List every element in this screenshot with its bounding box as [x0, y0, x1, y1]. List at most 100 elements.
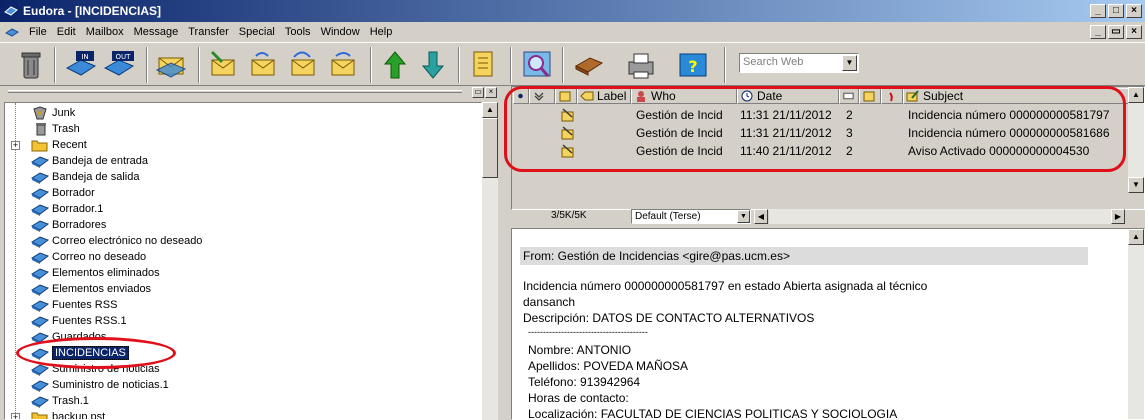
mailbox-icon [31, 156, 49, 168]
preview-line: Localización: FACULTAD DE CIENCIAS POLIT… [528, 407, 898, 420]
folder-icon [31, 140, 48, 152]
menu-mailbox[interactable]: Mailbox [81, 26, 129, 38]
print-icon[interactable] [624, 48, 658, 82]
mailbox-icon [31, 316, 49, 328]
menu-window[interactable]: Window [316, 26, 365, 38]
message-scroll-down-button[interactable]: ▼ [1128, 177, 1144, 193]
out-mailbox-tag: OUT [116, 53, 132, 61]
tree-item-trash[interactable]: Trash [31, 121, 80, 137]
check-mail-icon[interactable] [154, 48, 188, 82]
close-button[interactable]: × [1126, 4, 1142, 18]
tree-item-label: Recent [52, 139, 87, 151]
tree-item-correo-no-deseado[interactable]: Correo no deseado [31, 249, 146, 265]
next-message-icon[interactable] [416, 48, 450, 82]
junk-mailbox-icon [33, 106, 47, 120]
mailbox-icon [31, 236, 49, 248]
tree-item-backup-pst[interactable]: backup.pst [31, 409, 105, 419]
mdi-restore-button[interactable]: ▭ [1108, 25, 1124, 39]
out-mailbox-icon[interactable]: OUT [102, 48, 136, 82]
message-preview[interactable]: From: Gestión de Incidencias <gire@pas.u… [511, 228, 1145, 420]
message-list-scrollbar[interactable]: ▲ ▼ [1128, 87, 1144, 193]
help-icon[interactable]: ? [676, 48, 710, 82]
menu-message[interactable]: Message [129, 26, 184, 38]
tree-scroll-up-button[interactable]: ▲ [482, 102, 498, 118]
new-message-icon[interactable] [206, 48, 240, 82]
preview-line: Incidencia número 000000000581797 en est… [523, 279, 928, 293]
mailbox-icon [31, 172, 49, 184]
hscroll-right-button[interactable]: ▶ [1111, 209, 1125, 224]
attach-icon[interactable] [466, 48, 500, 82]
tree-item-borrador-1[interactable]: Borrador.1 [31, 201, 103, 217]
tree-item-recent[interactable]: Recent [31, 137, 87, 153]
view-mode-dropdown-button[interactable]: ▼ [737, 210, 750, 223]
menu-tools[interactable]: Tools [280, 26, 316, 38]
tree-item-label: Borrador [52, 187, 95, 199]
mailbox-tree[interactable]: Junk Trash + Recent Bandeja de entrada B… [4, 102, 482, 420]
mailbox-icon [31, 300, 49, 312]
menu-transfer[interactable]: Transfer [183, 26, 234, 38]
tree-item-fuentes-rss[interactable]: Fuentes RSS [31, 297, 117, 313]
message-scroll-up-button[interactable]: ▲ [1128, 87, 1144, 103]
recent-expander[interactable]: + [11, 141, 20, 150]
mailbox-window-icon[interactable] [4, 24, 20, 40]
tree-item-label: Fuentes RSS.1 [52, 315, 127, 327]
reply-icon[interactable] [246, 48, 280, 82]
minimize-button[interactable]: _ [1090, 4, 1106, 18]
eudora-app-icon [4, 6, 18, 16]
tree-item-trash-1[interactable]: Trash.1 [31, 393, 89, 409]
tree-item-bandeja-entrada[interactable]: Bandeja de entrada [31, 153, 148, 169]
trash-can-icon[interactable] [14, 48, 48, 82]
pane-close-button[interactable]: × [485, 87, 497, 98]
tree-item-label: Suministro de noticias.1 [52, 379, 169, 391]
backup-expander[interactable]: + [11, 413, 20, 419]
menu-special[interactable]: Special [234, 26, 280, 38]
tree-scroll-thumb[interactable] [482, 118, 498, 178]
in-mailbox-tag: IN [81, 53, 88, 61]
preview-scrollbar[interactable]: ▲ [1128, 229, 1144, 419]
preview-line: Teléfono: 913942964 [528, 375, 641, 389]
menu-file[interactable]: File [24, 26, 52, 38]
tree-item-elementos-enviados[interactable]: Elementos enviados [31, 281, 151, 297]
tree-item-label: Elementos enviados [52, 283, 152, 295]
tree-item-label: Bandeja de salida [52, 171, 140, 183]
reply-all-icon[interactable] [286, 48, 320, 82]
mdi-close-button[interactable]: × [1126, 25, 1142, 39]
title-bar: Eudora - [INCIDENCIAS] _ □ × [0, 0, 1145, 22]
tree-scrollbar[interactable]: ▲ [482, 102, 498, 420]
window-title: Eudora - [INCIDENCIAS] [23, 4, 161, 18]
mailbox-icon [31, 396, 49, 408]
tree-item-suministro-noticias-1[interactable]: Suministro de noticias.1 [31, 377, 169, 393]
preview-separator: ---------------------------------------- [528, 327, 648, 337]
tree-item-correo-electronico-no-deseado[interactable]: Correo electrónico no deseado [31, 233, 202, 249]
menu-help[interactable]: Help [365, 26, 398, 38]
tree-item-borradores[interactable]: Borradores [31, 217, 106, 233]
tree-item-label: Junk [52, 107, 76, 119]
view-mode-value: Default (Terse) [635, 211, 701, 222]
tree-item-borrador[interactable]: Borrador [31, 185, 95, 201]
trash-mailbox-icon [36, 123, 46, 136]
maximize-button[interactable]: □ [1108, 4, 1124, 18]
pane-restore-button[interactable]: ▭ [472, 87, 484, 98]
hscroll-track[interactable] [769, 209, 1111, 224]
search-web-dropdown-button[interactable]: ▼ [842, 55, 857, 71]
tree-item-fuentes-rss-1[interactable]: Fuentes RSS.1 [31, 313, 127, 329]
view-mode-select[interactable]: Default (Terse) ▼ [631, 209, 751, 224]
preview-line: Nombre: ANTONIO [528, 343, 632, 357]
tree-item-elementos-eliminados[interactable]: Elementos eliminados [31, 265, 160, 281]
hscroll-left-button[interactable]: ◀ [754, 209, 768, 224]
tree-item-label: Elementos eliminados [52, 267, 160, 279]
pane-grip[interactable] [8, 90, 462, 93]
tree-item-label: Borrador.1 [52, 203, 104, 215]
tree-item-bandeja-salida[interactable]: Bandeja de salida [31, 169, 139, 185]
annotation-ellipse-incidencias [16, 337, 176, 369]
forward-icon[interactable] [326, 48, 360, 82]
address-book-icon[interactable] [572, 48, 606, 82]
mdi-minimize-button[interactable]: _ [1090, 25, 1106, 39]
previous-message-icon[interactable] [378, 48, 412, 82]
search-web-box[interactable]: Search Web ▼ [739, 53, 859, 73]
find-icon[interactable] [520, 48, 554, 82]
preview-scroll-up-button[interactable]: ▲ [1128, 229, 1144, 245]
in-mailbox-icon[interactable]: IN [64, 48, 98, 82]
tree-item-junk[interactable]: Junk [31, 105, 75, 121]
menu-edit[interactable]: Edit [52, 26, 81, 38]
